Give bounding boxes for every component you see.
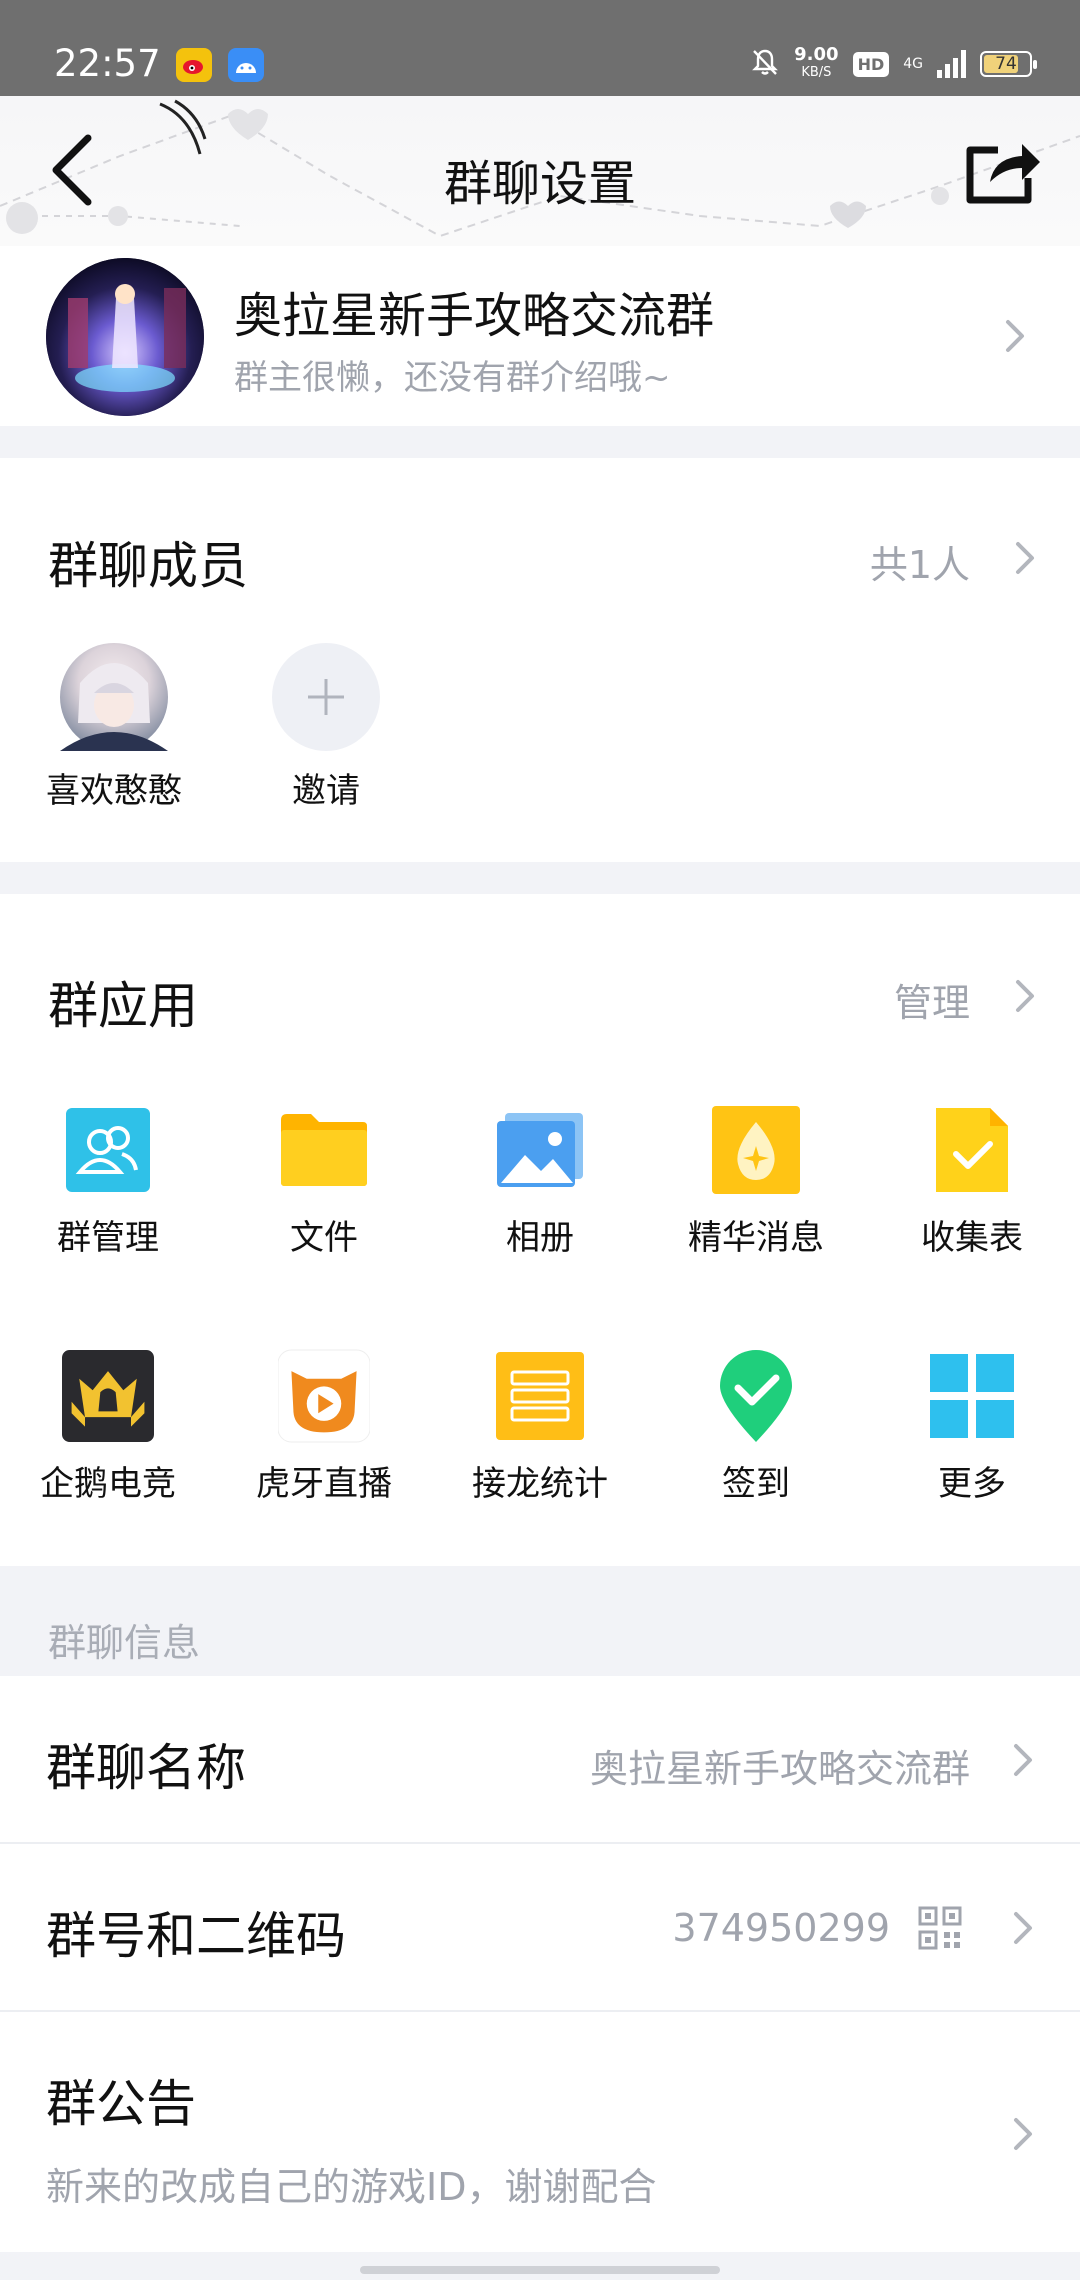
chain-stats-icon [494,1350,586,1442]
hd-badge: HD [852,51,890,77]
weibo-notification-icon [176,48,212,82]
app-huya-live[interactable]: 虎牙直播 [224,1349,424,1505]
chevron-right-icon [1014,1912,1032,1944]
battery-level: 74 [995,54,1017,74]
invite-label: 邀请 [292,771,360,811]
app-label: 签到 [722,1464,790,1504]
apps-manage-link[interactable]: 管理 [870,968,1040,1028]
info-section-title: 群聊信息 [48,1621,201,1665]
announcement-label: 群公告 [46,2075,196,2133]
group-profile-card[interactable]: 奥拉星新手攻略交流群 群主很懒，还没有群介绍哦~ [0,246,1080,426]
app-label: 相册 [506,1218,574,1258]
android-notification-icon [228,48,264,82]
network-type: 4G [903,56,923,72]
signal-icon [937,50,966,78]
app-chain-stats[interactable]: 接龙统计 [440,1350,640,1505]
mute-bell-icon [750,47,780,81]
battery-icon: 74 [980,51,1037,77]
app-more[interactable]: 更多 [872,1350,1072,1505]
members-section: 群聊成员 共1人 喜欢憨憨 邀请 [0,458,1080,862]
app-essence[interactable]: 精华消息 [656,1104,856,1259]
app-group-manage[interactable]: 群管理 [8,1104,208,1259]
app-label: 企鹅电竞 [40,1464,176,1504]
invite-member-button[interactable]: 邀请 [246,643,406,812]
chevron-right-icon [1014,1744,1032,1776]
app-label: 更多 [938,1464,1006,1504]
group-avatar[interactable] [46,258,204,416]
essence-icon [710,1104,802,1196]
group-apps-section: 群应用 管理 群管理 文件 相册 精华消息 收集表 企鹅电竞 虎牙直播 接龙统计… [0,894,1080,1566]
app-label: 虎牙直播 [256,1464,392,1504]
network-speed: 9.00 KB/S [794,46,838,82]
app-files[interactable]: 文件 [224,1104,424,1259]
app-label: 群管理 [57,1218,159,1258]
group-description: 群主很懒，还没有群介绍哦~ [234,358,671,398]
group-number-row[interactable]: 群号和二维码 374950299 [0,1844,1080,2010]
share-button[interactable] [964,136,1044,206]
share-icon [966,144,1040,204]
members-title: 群聊成员 [48,537,248,595]
members-count-link[interactable]: 共1人 [840,528,1040,588]
app-label: 精华消息 [688,1218,824,1258]
members-count: 共1人 [869,543,970,587]
more-grid-icon [926,1350,1018,1442]
chevron-right-icon [1016,542,1034,574]
group-name-row[interactable]: 群聊名称 奥拉星新手攻略交流群 [0,1676,1080,1842]
checkin-icon [710,1350,802,1442]
group-number-value: 374950299 [672,1906,890,1950]
app-penguin-esports[interactable]: 企鹅电竞 [8,1350,208,1505]
app-label: 收集表 [921,1218,1023,1258]
status-bar: 22:57 9.00 KB/S HD 4G 74 [0,0,1080,96]
huya-live-icon [278,1349,370,1443]
plus-icon [272,643,380,751]
penguin-esports-icon [62,1350,154,1442]
apps-title: 群应用 [48,977,198,1035]
album-icon [494,1104,586,1196]
app-album[interactable]: 相册 [440,1104,640,1259]
app-collection-form[interactable]: 收集表 [872,1104,1072,1259]
chevron-right-icon [1014,2118,1032,2150]
qr-code-icon [918,1906,962,1950]
group-name-value: 奥拉星新手攻略交流群 [589,1747,970,1791]
title-bar: 群聊设置 [0,96,1080,246]
group-manage-icon [62,1104,154,1196]
chevron-right-icon [1006,320,1024,352]
apps-manage-label: 管理 [893,981,970,1025]
chevron-right-icon [1016,980,1034,1012]
group-name: 奥拉星新手攻略交流群 [234,288,715,344]
form-icon [926,1104,1018,1196]
app-checkin[interactable]: 签到 [656,1350,856,1505]
folder-icon [278,1104,370,1196]
network-speed-value: 9.00 [794,44,839,65]
group-name-label: 群聊名称 [46,1739,246,1797]
member-name: 喜欢憨憨 [46,771,182,811]
announcement-row[interactable]: 群公告 新来的改成自己的游戏ID，谢谢配合 [0,2012,1080,2252]
member-avatar [60,643,168,751]
home-indicator[interactable] [360,2266,720,2274]
app-label: 接龙统计 [472,1464,608,1504]
page-title: 群聊设置 [443,156,636,212]
status-time: 22:57 [54,42,161,85]
member-item[interactable]: 喜欢憨憨 [34,643,194,812]
announcement-value: 新来的改成自己的游戏ID，谢谢配合 [46,2165,657,2209]
app-label: 文件 [290,1218,358,1258]
group-number-label: 群号和二维码 [46,1907,346,1965]
network-speed-unit: KB/S [801,65,832,80]
